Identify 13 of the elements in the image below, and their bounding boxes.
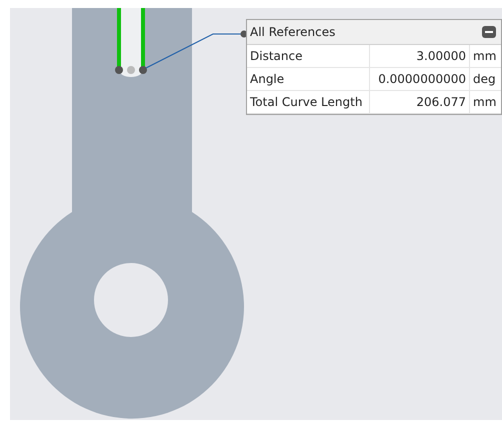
- property-label: Angle: [247, 68, 370, 90]
- collapse-button[interactable]: [482, 26, 496, 38]
- unit-label: mm: [472, 94, 498, 111]
- property-label: Total Curve Length: [247, 91, 370, 113]
- property-value: 0.0000000000: [370, 68, 470, 90]
- property-value: 206.077: [370, 91, 470, 113]
- panel-title: All References: [250, 24, 336, 41]
- property-label: Distance: [247, 45, 370, 67]
- unit-label: deg: [472, 71, 497, 88]
- property-value: 3.00000: [370, 45, 470, 67]
- minus-icon: [485, 31, 493, 33]
- unit-label: mm: [472, 48, 498, 65]
- slot-drawing: [115, 8, 147, 77]
